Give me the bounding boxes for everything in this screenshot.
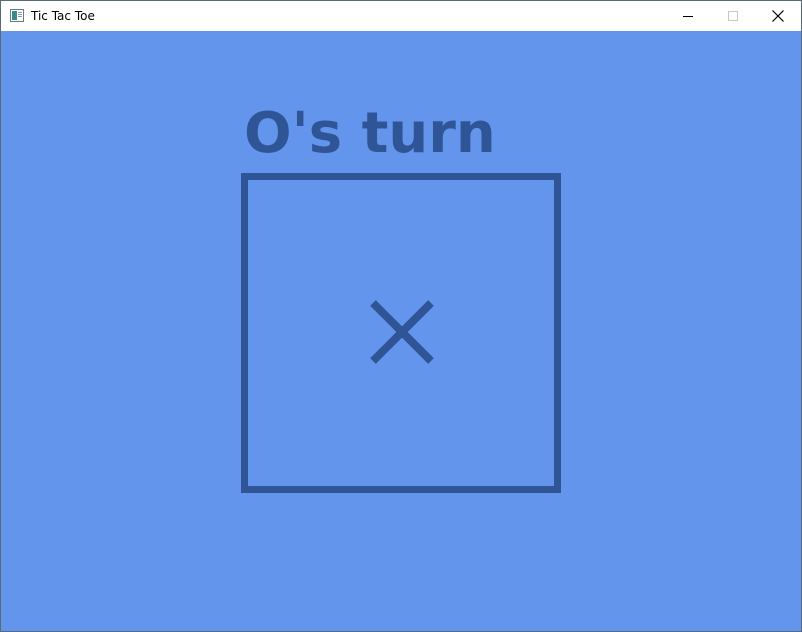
title-bar[interactable]: Tic Tac Toe	[1, 1, 801, 31]
maximize-button[interactable]	[710, 1, 756, 31]
close-button[interactable]	[755, 1, 801, 31]
app-window: Tic Tac Toe O's turn	[0, 0, 802, 632]
maximize-icon	[728, 11, 738, 21]
x-mark	[370, 300, 434, 364]
close-icon	[772, 10, 784, 22]
app-icon	[10, 9, 24, 22]
turn-status: O's turn	[244, 101, 496, 166]
window-title: Tic Tac Toe	[31, 9, 95, 23]
minimize-icon	[683, 16, 693, 17]
game-canvas[interactable]: O's turn	[1, 31, 801, 631]
minimize-button[interactable]	[665, 1, 711, 31]
game-board[interactable]	[241, 173, 561, 493]
